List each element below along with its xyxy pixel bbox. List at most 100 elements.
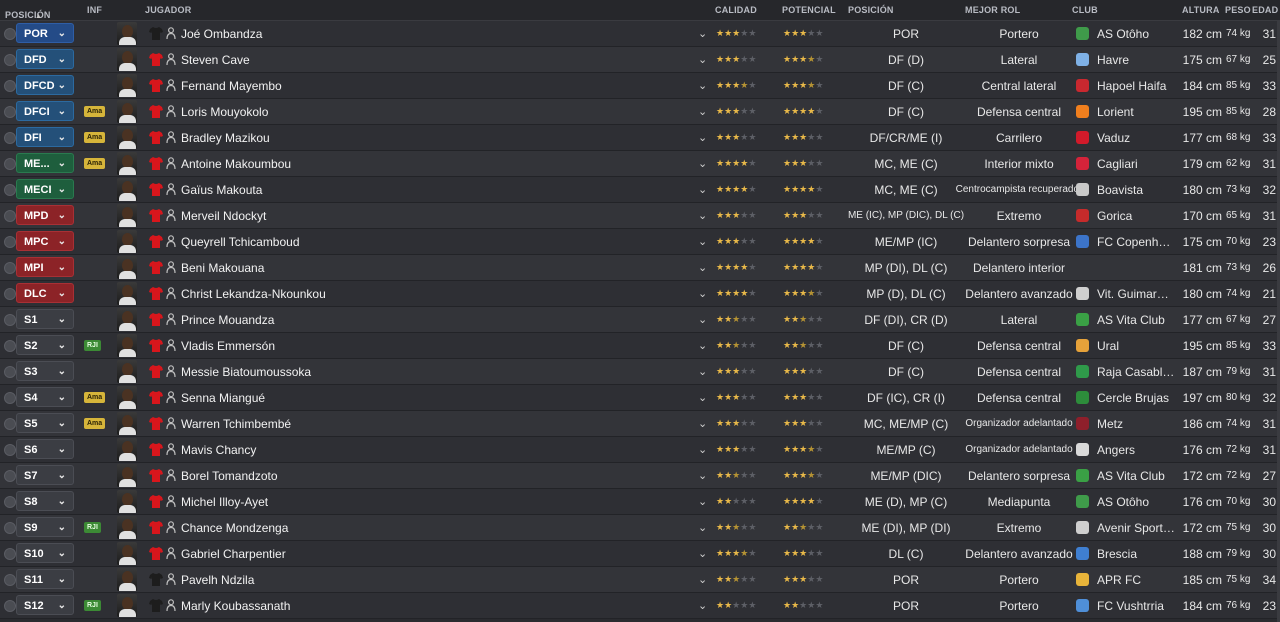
position-selector[interactable]: S2 ⌄ — [16, 335, 74, 355]
select-radio[interactable] — [4, 444, 16, 456]
position-selector[interactable]: DFCD ⌄ — [16, 75, 74, 95]
club-name[interactable]: AS Vita Club — [1097, 313, 1175, 327]
table-row[interactable]: DFCD ⌄ Fernand Mayembo ⌄ ★★★★★ ★★★★★ DF … — [0, 73, 1280, 99]
select-radio[interactable] — [4, 418, 16, 430]
table-row[interactable]: MECI ⌄ Gaïus Makouta ⌄ ★★★★★ ★★★★★ MC, M… — [0, 177, 1280, 203]
chevron-down-icon[interactable]: ⌄ — [698, 391, 707, 404]
player-name[interactable]: Michel Illoy-Ayet — [181, 495, 268, 509]
table-row[interactable]: S12 ⌄ RJI Marly Koubassanath ⌄ ★★★★★ ★★★… — [0, 593, 1280, 619]
table-row[interactable]: S9 ⌄ RJI Chance Mondzenga ⌄ ★★★★★ ★★★★★ … — [0, 515, 1280, 541]
club-name[interactable]: Ural — [1097, 339, 1175, 353]
position-selector[interactable]: S7 ⌄ — [16, 465, 74, 485]
table-row[interactable]: S8 ⌄ Michel Illoy-Ayet ⌄ ★★★★★ ★★★★★ ME … — [0, 489, 1280, 515]
col-edad-header[interactable]: EDAD — [1252, 5, 1278, 15]
position-selector[interactable]: DFI ⌄ — [16, 127, 74, 147]
player-name[interactable]: Beni Makouana — [181, 261, 264, 275]
chevron-down-icon[interactable]: ⌄ — [698, 573, 707, 586]
select-radio[interactable] — [4, 236, 16, 248]
player-name[interactable]: Merveil Ndockyt — [181, 209, 266, 223]
chevron-down-icon[interactable]: ⌄ — [698, 209, 707, 222]
table-row[interactable]: S10 ⌄ Gabriel Charpentier ⌄ ★★★★★ ★★★★★ … — [0, 541, 1280, 567]
club-name[interactable]: AS Otôho — [1097, 27, 1175, 41]
select-radio[interactable] — [4, 262, 16, 274]
chevron-down-icon[interactable]: ⌄ — [698, 443, 707, 456]
table-row[interactable]: POR ⌄ Joé Ombandza ⌄ ★★★★★ ★★★★★ POR Por… — [0, 21, 1280, 47]
table-row[interactable]: S1 ⌄ Prince Mouandza ⌄ ★★★★★ ★★★★★ DF (D… — [0, 307, 1280, 333]
club-name[interactable]: Brescia — [1097, 547, 1175, 561]
chevron-down-icon[interactable]: ⌄ — [698, 339, 707, 352]
player-name[interactable]: Queyrell Tchicamboud — [181, 235, 300, 249]
player-name[interactable]: Steven Cave — [181, 53, 250, 67]
player-name[interactable]: Warren Tchimbembé — [181, 417, 291, 431]
position-selector[interactable]: DLC ⌄ — [16, 283, 74, 303]
chevron-down-icon[interactable]: ⌄ — [698, 599, 707, 612]
select-radio[interactable] — [4, 184, 16, 196]
club-name[interactable]: Raja Casabla... — [1097, 365, 1175, 379]
select-radio[interactable] — [4, 54, 16, 66]
player-name[interactable]: Christ Lekandza-Nkounkou — [181, 287, 326, 301]
position-selector[interactable]: S3 ⌄ — [16, 361, 74, 381]
table-row[interactable]: S11 ⌄ Pavelh Ndzila ⌄ ★★★★★ ★★★★★ POR Po… — [0, 567, 1280, 593]
select-radio[interactable] — [4, 366, 16, 378]
player-name[interactable]: Gabriel Charpentier — [181, 547, 286, 561]
table-row[interactable]: S4 ⌄ Ama Senna Miangué ⌄ ★★★★★ ★★★★★ DF … — [0, 385, 1280, 411]
col-inf-header[interactable]: INF — [87, 5, 102, 15]
table-row[interactable]: MPC ⌄ Queyrell Tchicamboud ⌄ ★★★★★ ★★★★★… — [0, 229, 1280, 255]
select-radio[interactable] — [4, 314, 16, 326]
select-radio[interactable] — [4, 496, 16, 508]
table-row[interactable]: MPD ⌄ Merveil Ndockyt ⌄ ★★★★★ ★★★★★ ME (… — [0, 203, 1280, 229]
player-name[interactable]: Mavis Chancy — [181, 443, 256, 457]
club-name[interactable]: Cagliari — [1097, 157, 1175, 171]
player-name[interactable]: Joé Ombandza — [181, 27, 262, 41]
select-radio[interactable] — [4, 522, 16, 534]
select-radio[interactable] — [4, 132, 16, 144]
club-name[interactable]: APR FC — [1097, 573, 1175, 587]
table-row[interactable]: MPI ⌄ Beni Makouana ⌄ ★★★★★ ★★★★★ MP (DI… — [0, 255, 1280, 281]
club-name[interactable]: FC Vushtrria — [1097, 599, 1175, 613]
chevron-down-icon[interactable]: ⌄ — [698, 157, 707, 170]
position-selector[interactable]: DFD ⌄ — [16, 49, 74, 69]
club-name[interactable]: Gorica — [1097, 209, 1175, 223]
chevron-down-icon[interactable]: ⌄ — [698, 261, 707, 274]
chevron-down-icon[interactable]: ⌄ — [698, 235, 707, 248]
chevron-down-icon[interactable]: ⌄ — [698, 53, 707, 66]
position-selector[interactable]: DFCI ⌄ — [16, 101, 74, 121]
select-radio[interactable] — [4, 158, 16, 170]
club-name[interactable]: Angers — [1097, 443, 1175, 457]
table-row[interactable]: DFCI ⌄ Ama Loris Mouyokolo ⌄ ★★★★★ ★★★★★… — [0, 99, 1280, 125]
table-row[interactable]: S6 ⌄ Mavis Chancy ⌄ ★★★★★ ★★★★★ ME/MP (C… — [0, 437, 1280, 463]
chevron-down-icon[interactable]: ⌄ — [698, 469, 707, 482]
position-selector[interactable]: S6 ⌄ — [16, 439, 74, 459]
col-jugador-header[interactable]: JUGADOR — [145, 5, 191, 15]
player-name[interactable]: Bradley Mazikou — [181, 131, 270, 145]
club-name[interactable]: Boavista — [1097, 183, 1175, 197]
player-name[interactable]: Fernand Mayembo — [181, 79, 282, 93]
position-selector[interactable]: S4 ⌄ — [16, 387, 74, 407]
select-radio[interactable] — [4, 470, 16, 482]
club-name[interactable]: FC Copenhag... — [1097, 235, 1175, 249]
table-row[interactable]: S5 ⌄ Ama Warren Tchimbembé ⌄ ★★★★★ ★★★★★… — [0, 411, 1280, 437]
chevron-down-icon[interactable]: ⌄ — [698, 105, 707, 118]
col-club-header[interactable]: CLUB — [1072, 5, 1098, 15]
position-selector[interactable]: MECI ⌄ — [16, 179, 74, 199]
col-mejor-rol-header[interactable]: MEJOR ROL — [965, 5, 1020, 15]
player-name[interactable]: Messie Biatoumoussoka — [181, 365, 311, 379]
chevron-down-icon[interactable]: ⌄ — [698, 417, 707, 430]
col-posicion-header[interactable]: POSICIÓN ▲ — [5, 5, 50, 20]
player-name[interactable]: Prince Mouandza — [181, 313, 274, 327]
table-row[interactable]: S7 ⌄ Borel Tomandzoto ⌄ ★★★★★ ★★★★★ ME/M… — [0, 463, 1280, 489]
player-name[interactable]: Senna Miangué — [181, 391, 265, 405]
player-name[interactable]: Pavelh Ndzila — [181, 573, 254, 587]
table-row[interactable]: DFI ⌄ Ama Bradley Mazikou ⌄ ★★★★★ ★★★★★ … — [0, 125, 1280, 151]
chevron-down-icon[interactable]: ⌄ — [698, 365, 707, 378]
club-name[interactable]: Havre — [1097, 53, 1175, 67]
table-row[interactable]: ME... ⌄ Ama Antoine Makoumbou ⌄ ★★★★★ ★★… — [0, 151, 1280, 177]
club-name[interactable]: AS Vita Club — [1097, 469, 1175, 483]
chevron-down-icon[interactable]: ⌄ — [698, 313, 707, 326]
chevron-down-icon[interactable]: ⌄ — [698, 27, 707, 40]
select-radio[interactable] — [4, 574, 16, 586]
select-radio[interactable] — [4, 288, 16, 300]
club-name[interactable]: Hapoel Haifa — [1097, 79, 1175, 93]
player-name[interactable]: Antoine Makoumbou — [181, 157, 291, 171]
club-name[interactable]: Avenir Sportif... — [1097, 521, 1175, 535]
